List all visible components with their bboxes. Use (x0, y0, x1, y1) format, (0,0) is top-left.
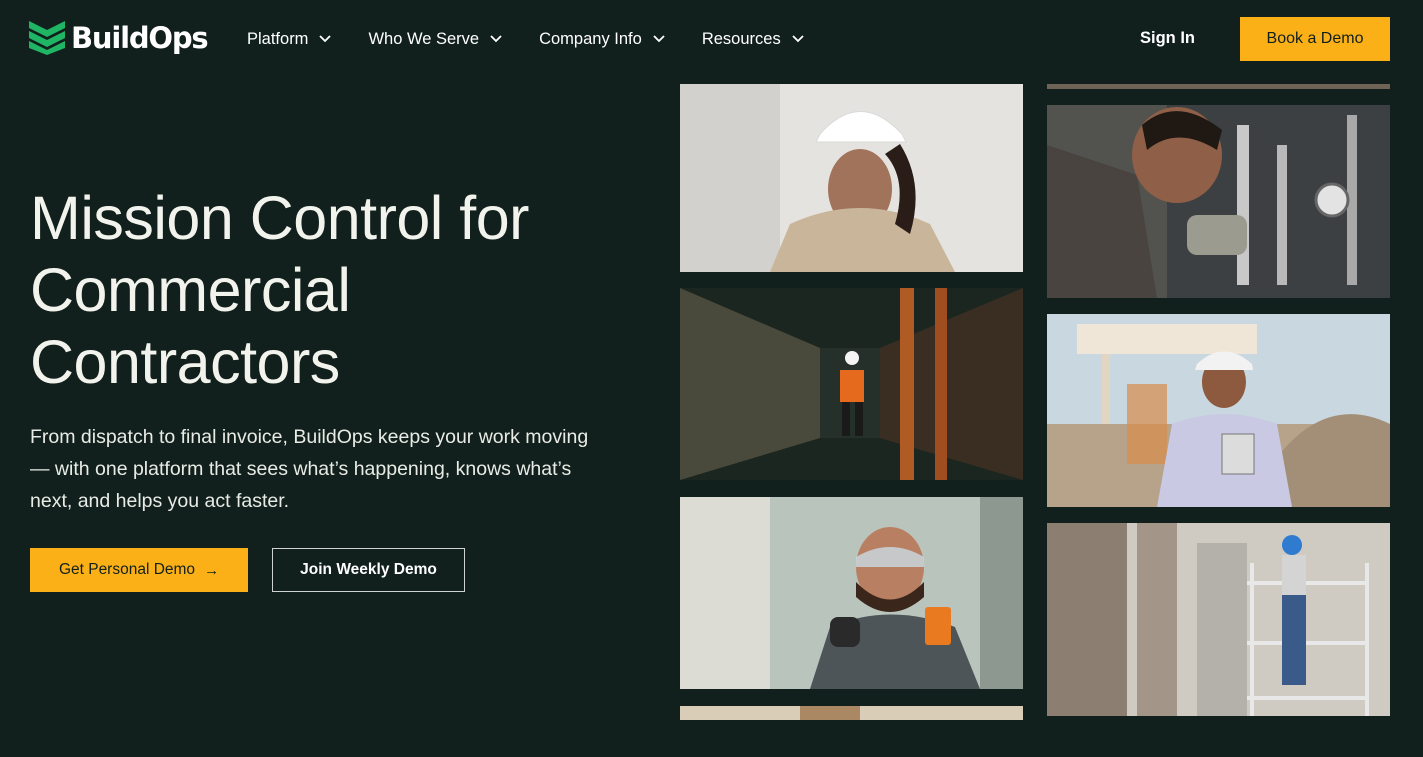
nav-item-platform[interactable]: Platform (247, 26, 332, 52)
brand-name: BuildOps (71, 21, 209, 55)
site-header: BuildOps Platform Who We Serve Company I… (0, 0, 1423, 78)
arrow-right-icon: → (204, 561, 220, 579)
chevron-down-icon (490, 35, 502, 43)
photo-partial (680, 706, 1023, 720)
nav-item-label: Resources (701, 29, 781, 48)
photo-woman-in-hard-hat (680, 84, 1023, 272)
hero-title-line: Contractors (30, 328, 340, 396)
chevron-down-icon (792, 35, 804, 43)
nav-item-company-info[interactable]: Company Info (539, 26, 665, 52)
photo-partial-top (1047, 84, 1390, 89)
photo-smiling-man-with-tablet (1047, 314, 1390, 507)
hero-subtitle: From dispatch to final invoice, BuildOps… (30, 426, 589, 512)
button-label: Get Personal Demo (58, 561, 196, 578)
chevron-stack-logo-icon (29, 21, 65, 55)
nav-item-resources[interactable]: Resources (702, 26, 804, 52)
photo-technician-with-pipes (1047, 105, 1390, 298)
nav-item-label: Who We Serve (368, 29, 480, 48)
photo-electrician-with-multimeter (680, 497, 1023, 689)
hero-title: Mission Control for Commercial Contracto… (30, 182, 630, 398)
photo-warehouse-worker (680, 288, 1023, 480)
nav-item-label: Company Info (539, 29, 642, 48)
get-personal-demo-button[interactable]: Get Personal Demo → (30, 548, 248, 592)
hero-title-line: Commercial (30, 256, 351, 324)
nav-item-label: Platform (247, 29, 309, 48)
join-weekly-demo-button[interactable]: Join Weekly Demo (272, 548, 465, 592)
chevron-down-icon (319, 35, 332, 43)
photo-worker-on-scaffolding (1047, 523, 1390, 716)
chevron-down-icon (653, 35, 665, 43)
hero-title-line: Mission Control for (30, 184, 530, 252)
main-nav: Platform Who We Serve Company Info Resou… (247, 26, 841, 52)
nav-item-who-we-serve[interactable]: Who We Serve (368, 26, 502, 52)
brand-logo[interactable]: BuildOps (29, 20, 209, 56)
sign-in-link[interactable]: Sign In (1140, 29, 1195, 48)
book-demo-button[interactable]: Book a Demo (1240, 17, 1390, 61)
